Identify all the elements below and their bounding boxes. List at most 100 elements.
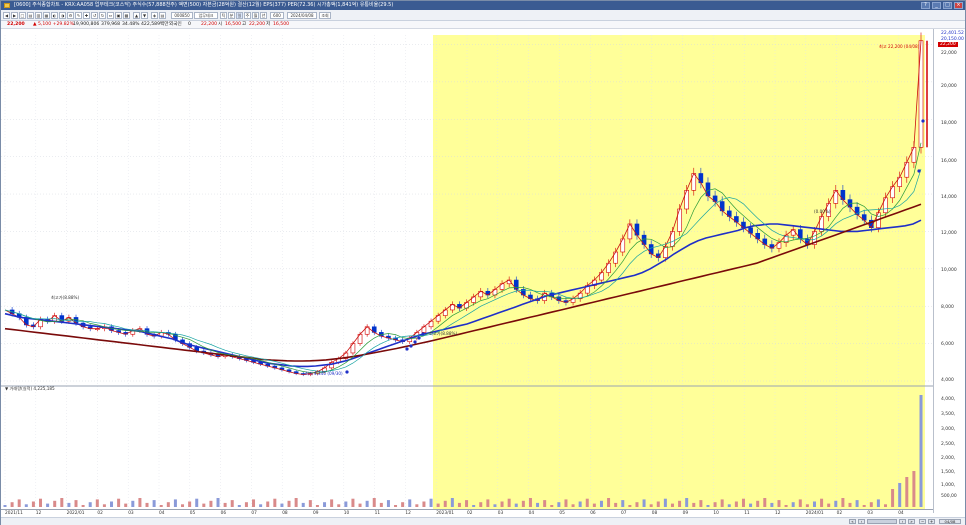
x-tick-label: 03 — [497, 511, 504, 516]
volume-bar — [862, 505, 866, 507]
volume-pane-label[interactable]: ▼ 거래량(실적) 4,225,185 — [5, 386, 55, 392]
tool-grid-button[interactable]: ▥ — [35, 12, 42, 19]
volume-bar — [223, 502, 227, 507]
volume-bar — [415, 504, 419, 507]
volume-bar — [280, 503, 284, 507]
current-price-tag: 22,200 — [938, 42, 958, 47]
x-tick-label: 04 — [159, 511, 165, 516]
volume-bar — [692, 502, 696, 507]
volume-bar — [88, 502, 92, 507]
volume-bar — [365, 500, 369, 507]
tool-down-button[interactable]: ▼ — [141, 12, 148, 19]
tool-frame-button[interactable]: ▣ — [115, 12, 122, 19]
volume-bar — [578, 501, 582, 507]
tool-color-button[interactable]: ◐ — [51, 12, 58, 19]
close-icon[interactable]: × — [954, 2, 963, 9]
x-tick-label: 2023/01 — [436, 511, 455, 516]
tool-draw-button[interactable]: ✎ — [75, 12, 82, 19]
period-day-button[interactable]: 일 — [236, 12, 243, 19]
tool-add-button[interactable]: ✚ — [83, 12, 90, 19]
volume-bar — [46, 503, 50, 507]
scroll-prev-button[interactable]: ‹ — [858, 519, 865, 524]
volume-bar — [820, 498, 824, 507]
tool-more-button[interactable]: ▤ — [159, 12, 166, 19]
open-label: 시 — [218, 22, 223, 27]
search-button[interactable]: 조회 — [319, 12, 331, 19]
tool-box-button[interactable]: □ — [19, 12, 26, 19]
volume-bar — [465, 500, 469, 507]
volume-bar — [401, 502, 405, 507]
y-tick-label: 22,000 — [941, 51, 957, 56]
period-year-button[interactable]: 년 — [260, 12, 267, 19]
volume-bar — [493, 504, 497, 507]
volume-bar — [550, 505, 554, 507]
count-input[interactable]: 600 — [270, 12, 284, 19]
volume-bar — [330, 499, 334, 507]
scroll-next-button[interactable]: › — [899, 519, 906, 524]
minimize-icon[interactable]: _ — [932, 2, 941, 9]
x-tick-label: 09 — [313, 511, 319, 516]
x-tick-label: 08 — [651, 511, 658, 516]
low-label: 저 — [266, 22, 271, 27]
tool-pattern-button[interactable]: ▩ — [123, 12, 130, 19]
x-tick-label: 05 — [559, 511, 565, 516]
y-axis[interactable]: 22,401.52 20,150.00 22,200 22,000 20,000… — [933, 29, 965, 513]
tool-theme-button[interactable]: ◑ — [59, 12, 66, 19]
period-minute-button[interactable]: 분 — [228, 12, 235, 19]
y-tick-label: 4,000 — [941, 378, 954, 383]
volume-bar — [344, 501, 348, 507]
x-tick-label: 02 — [836, 511, 843, 516]
volume-bar — [614, 502, 618, 507]
stock-code-input[interactable]: 000850 — [171, 12, 193, 19]
tool-table-button[interactable]: ▦ — [43, 12, 50, 19]
end-date-field[interactable]: 04/08 — [939, 519, 961, 524]
vol-tick-label: 1,500, — [941, 470, 956, 475]
annotation-high-right: 최고 22,200 (04/08) — [879, 44, 920, 49]
tool-next-button[interactable]: ▶ — [11, 12, 18, 19]
volume-bar — [777, 500, 781, 507]
volume-bar — [720, 499, 724, 507]
trade-value: 422,589백만 — [141, 22, 169, 27]
x-tick-label: 03 — [128, 511, 134, 516]
tool-prev-button[interactable]: ◀ — [3, 12, 10, 19]
volume-bar — [195, 498, 199, 507]
x-axis[interactable]: 2021/11 12 2022/01 02 03 04 05 06 07 08 09 10 11 12 20… — [1, 509, 933, 517]
zoom-out-button[interactable]: − — [919, 519, 926, 524]
scroll-last-button[interactable]: » — [908, 519, 915, 524]
tool-zoom-button[interactable]: ⇔ — [107, 12, 114, 19]
date-input[interactable]: 2024/04/08 — [287, 12, 317, 19]
highlight-region — [433, 35, 925, 509]
annotation-high-mid: 최고가(8.88%) — [429, 331, 458, 336]
period-week-button[interactable]: 주 — [244, 12, 251, 19]
signal-dot — [409, 344, 413, 348]
volume-bar — [841, 498, 845, 507]
volume-bar — [39, 498, 43, 507]
tool-list-button[interactable]: ▤ — [27, 12, 34, 19]
volume-bar — [138, 498, 142, 507]
tool-settings-button[interactable]: ⚙ — [67, 12, 74, 19]
x-tick-label: 07 — [251, 511, 257, 516]
tool-redo-button[interactable]: ↻ — [99, 12, 106, 19]
volume-bar — [784, 505, 788, 507]
volume-bar — [429, 498, 433, 507]
volume-bar — [628, 505, 632, 507]
volume-bar — [486, 499, 490, 507]
tool-undo-button[interactable]: ↺ — [91, 12, 98, 19]
scrollbar-thumb[interactable] — [867, 519, 897, 524]
period-month-button[interactable]: 월 — [252, 12, 259, 19]
tool-diamond-button[interactable]: ◈ — [151, 12, 158, 19]
maximize-icon[interactable]: □ — [943, 2, 952, 9]
zoom-in-button[interactable]: + — [928, 519, 935, 524]
price-chart[interactable] — [1, 29, 933, 509]
help-icon[interactable]: ? — [921, 2, 930, 9]
volume-bar — [457, 502, 461, 507]
tool-up-button[interactable]: ▲ — [133, 12, 140, 19]
volume-bar — [358, 503, 362, 507]
volume-bar — [564, 499, 568, 507]
x-tick-label: 11 — [744, 511, 750, 516]
scroll-first-button[interactable]: « — [849, 519, 856, 524]
volume-bar — [74, 500, 78, 507]
period-tick-button[interactable]: 틱 — [220, 12, 227, 19]
close-value: 16,500 — [273, 22, 290, 27]
stock-name-field[interactable]: 업무테크 — [194, 12, 218, 19]
